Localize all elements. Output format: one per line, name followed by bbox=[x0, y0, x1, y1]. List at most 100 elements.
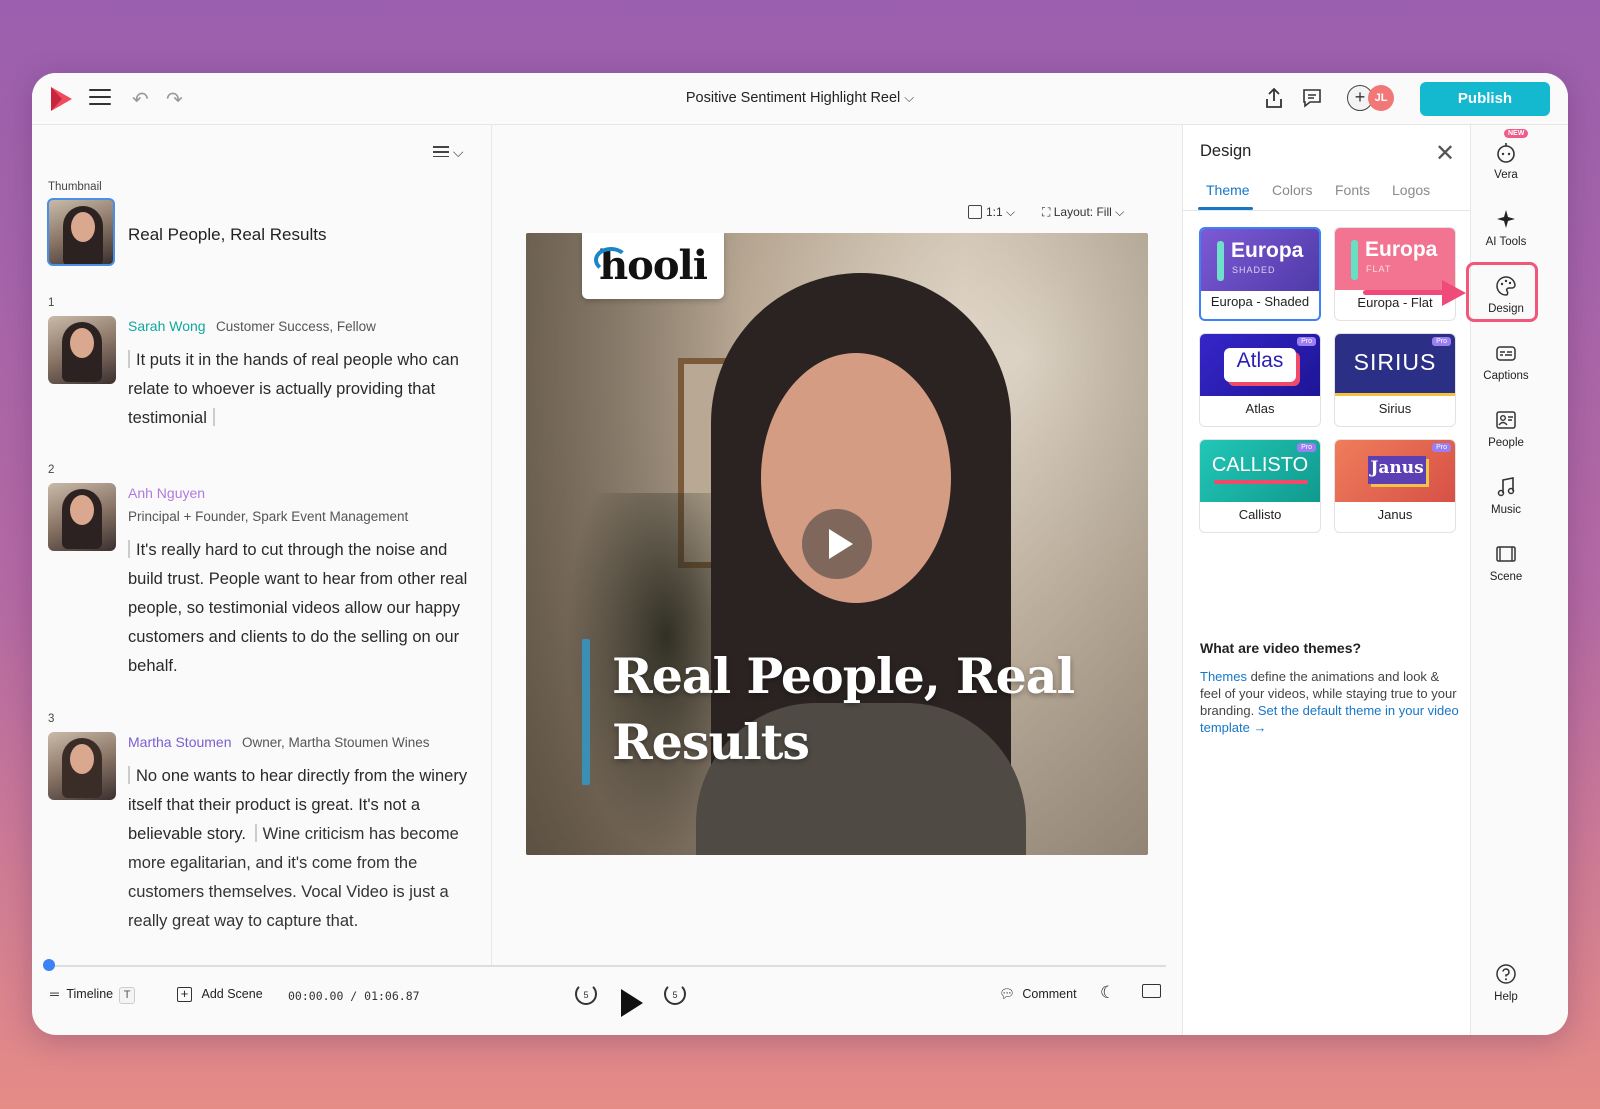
design-panel: Design ✕ Theme Colors Fonts Logos Europa… bbox=[1182, 125, 1470, 1035]
document-title-text: Positive Sentiment Highlight Reel bbox=[685, 90, 901, 106]
publish-button[interactable]: Publish bbox=[1420, 82, 1550, 116]
add-scene-button[interactable]: + Add Scene bbox=[177, 987, 263, 1002]
rewind-5-icon[interactable]: 5 bbox=[575, 983, 597, 1005]
theme-card-atlas[interactable]: Atlas Pro Atlas bbox=[1199, 333, 1321, 427]
timeline-label: Timeline bbox=[66, 987, 114, 1001]
theme-card-europa-flat[interactable]: Europa FLAT Europa - Flat bbox=[1334, 227, 1456, 321]
document-title[interactable]: Positive Sentiment Highlight Reel ⌵ bbox=[32, 90, 1568, 106]
rail-item-people[interactable]: People bbox=[1471, 409, 1541, 449]
play-icon[interactable] bbox=[621, 989, 643, 1017]
view-options-toggle[interactable]: ⌵ bbox=[433, 144, 464, 161]
quote-text[interactable]: No one wants to hear directly from the w… bbox=[128, 762, 480, 936]
app-window: ↶ ↷ Positive Sentiment Highlight Reel ⌵ +… bbox=[32, 73, 1568, 1035]
theme-card-sirius[interactable]: SIRIUS Pro Sirius bbox=[1334, 333, 1456, 427]
rail-item-help[interactable]: Help bbox=[1471, 963, 1541, 1003]
clip-marker[interactable] bbox=[128, 766, 130, 784]
comment-icon: 💬︎ bbox=[999, 987, 1015, 1001]
theme-preview-sub: FLAT bbox=[1366, 264, 1392, 274]
timeline-scrubber[interactable] bbox=[48, 965, 1166, 967]
comments-icon[interactable] bbox=[1302, 88, 1322, 108]
list-view-icon bbox=[433, 146, 449, 160]
theme-preview-title: SIRIUS bbox=[1353, 349, 1437, 375]
video-play-button[interactable] bbox=[802, 509, 872, 579]
preview-area: 1:1 ⌵ ⛶ Layout: Fill ⌵ hooli Real People… bbox=[492, 125, 1182, 965]
sparkle-icon bbox=[1497, 210, 1515, 228]
theme-preview-title: CALLISTO bbox=[1211, 454, 1309, 476]
clip-marker[interactable] bbox=[212, 408, 215, 426]
speaker-name[interactable]: Sarah Wong bbox=[128, 318, 206, 334]
timeline-button[interactable]: ═ Timeline T bbox=[50, 987, 136, 1004]
new-badge: NEW bbox=[1504, 129, 1529, 138]
rail-label: Music bbox=[1490, 504, 1522, 516]
theme-card-callisto[interactable]: CALLISTO Pro Callisto bbox=[1199, 439, 1321, 533]
rail-item-captions[interactable]: Captions bbox=[1471, 342, 1541, 382]
theme-name: Callisto bbox=[1238, 507, 1282, 522]
speaker-thumbnail[interactable] bbox=[48, 316, 116, 384]
theme-card-janus[interactable]: Janus Pro Janus bbox=[1334, 439, 1456, 533]
video-preview[interactable]: hooli Real People, Real Results bbox=[526, 233, 1148, 855]
thumbnail-title[interactable]: Real People, Real Results bbox=[128, 225, 326, 245]
thumbnail-image[interactable] bbox=[47, 198, 115, 266]
quote-text[interactable]: It's really hard to cut through the nois… bbox=[128, 536, 480, 681]
scene-index: 1 bbox=[48, 297, 55, 309]
speaker-role: Owner, Martha Stoumen Wines bbox=[241, 735, 430, 750]
title-accent-bar bbox=[582, 639, 590, 785]
tab-colors[interactable]: Colors bbox=[1272, 182, 1312, 198]
theme-preview-title: Europa bbox=[1231, 239, 1304, 262]
clip-marker[interactable] bbox=[128, 540, 130, 558]
tab-fonts[interactable]: Fonts bbox=[1335, 182, 1370, 198]
scene-index: 2 bbox=[48, 464, 55, 476]
add-scene-label: Add Scene bbox=[201, 987, 263, 1001]
theme-preview-sub: SHADED bbox=[1232, 265, 1276, 275]
speaker-name[interactable]: Martha Stoumen bbox=[128, 734, 232, 750]
theme-preview-title: Europa bbox=[1365, 238, 1438, 261]
tab-theme[interactable]: Theme bbox=[1206, 182, 1250, 198]
pro-badge: Pro bbox=[1297, 443, 1316, 452]
theme-name: Europa - Shaded bbox=[1210, 294, 1310, 309]
speaker-name[interactable]: Anh Nguyen bbox=[128, 485, 205, 501]
brand-logo[interactable]: hooli bbox=[582, 233, 724, 299]
theme-name: Sirius bbox=[1378, 401, 1412, 416]
speaker-role: Principal + Founder, Spark Event Managem… bbox=[128, 509, 409, 524]
chevron-down-icon: ⌵ bbox=[452, 144, 464, 160]
layout-selector[interactable]: ⛶ Layout: Fill ⌵ bbox=[1042, 205, 1124, 220]
top-bar: ↶ ↷ Positive Sentiment Highlight Reel ⌵ +… bbox=[32, 73, 1568, 125]
user-avatar[interactable]: JL bbox=[1368, 85, 1394, 111]
help-icon bbox=[1496, 964, 1516, 984]
robot-icon bbox=[1497, 143, 1515, 163]
aspect-ratio-selector[interactable]: 1:1 ⌵ bbox=[968, 205, 1015, 220]
transcript-panel: ⌵ Thumbnail Real People, Real Results 1 … bbox=[32, 125, 492, 965]
chevron-down-icon: ⌵ bbox=[904, 90, 915, 105]
clip-marker[interactable] bbox=[128, 350, 130, 368]
rail-item-music[interactable]: Music bbox=[1471, 476, 1541, 516]
comment-label: Comment bbox=[1022, 987, 1077, 1001]
theme-name: Atlas bbox=[1245, 401, 1275, 416]
logo-swoosh-icon bbox=[594, 247, 628, 273]
share-upload-icon[interactable] bbox=[1264, 87, 1284, 109]
speaker-thumbnail[interactable] bbox=[48, 483, 116, 551]
comment-button[interactable]: 💬︎ Comment bbox=[999, 987, 1077, 1002]
theme-preview-title: Atlas bbox=[1236, 349, 1284, 372]
quote-body: It's really hard to cut through the nois… bbox=[128, 541, 468, 675]
speaker-header: Sarah Wong Customer Success, Fellow bbox=[128, 318, 376, 336]
rail-item-vera[interactable]: Vera bbox=[1471, 141, 1541, 181]
rail-item-ai-tools[interactable]: AI Tools bbox=[1471, 208, 1541, 248]
tab-logos[interactable]: Logos bbox=[1392, 182, 1430, 198]
theme-preview: Atlas Pro bbox=[1200, 334, 1320, 396]
rail-label: Scene bbox=[1489, 571, 1523, 583]
themes-link[interactable]: Themes bbox=[1200, 669, 1247, 684]
timeline-playhead[interactable] bbox=[43, 959, 55, 971]
close-icon[interactable]: ✕ bbox=[1435, 139, 1455, 168]
theme-card-europa-shaded[interactable]: Europa SHADED Europa - Shaded bbox=[1199, 227, 1321, 321]
dark-mode-icon[interactable]: ☾ bbox=[1100, 983, 1115, 1003]
pro-badge: Pro bbox=[1297, 337, 1316, 346]
speaker-thumbnail[interactable] bbox=[48, 732, 116, 800]
captions-toggle-icon[interactable] bbox=[1142, 984, 1161, 1001]
clip-marker[interactable] bbox=[254, 824, 257, 842]
scene-index: 3 bbox=[48, 713, 55, 725]
rail-item-scene[interactable]: Scene bbox=[1471, 543, 1541, 583]
quote-text[interactable]: It puts it in the hands of real people w… bbox=[128, 346, 480, 433]
video-title-overlay[interactable]: Real People, Real Results bbox=[612, 643, 1132, 775]
theme-preview: CALLISTO Pro bbox=[1200, 440, 1320, 502]
forward-5-icon[interactable]: 5 bbox=[664, 983, 686, 1005]
